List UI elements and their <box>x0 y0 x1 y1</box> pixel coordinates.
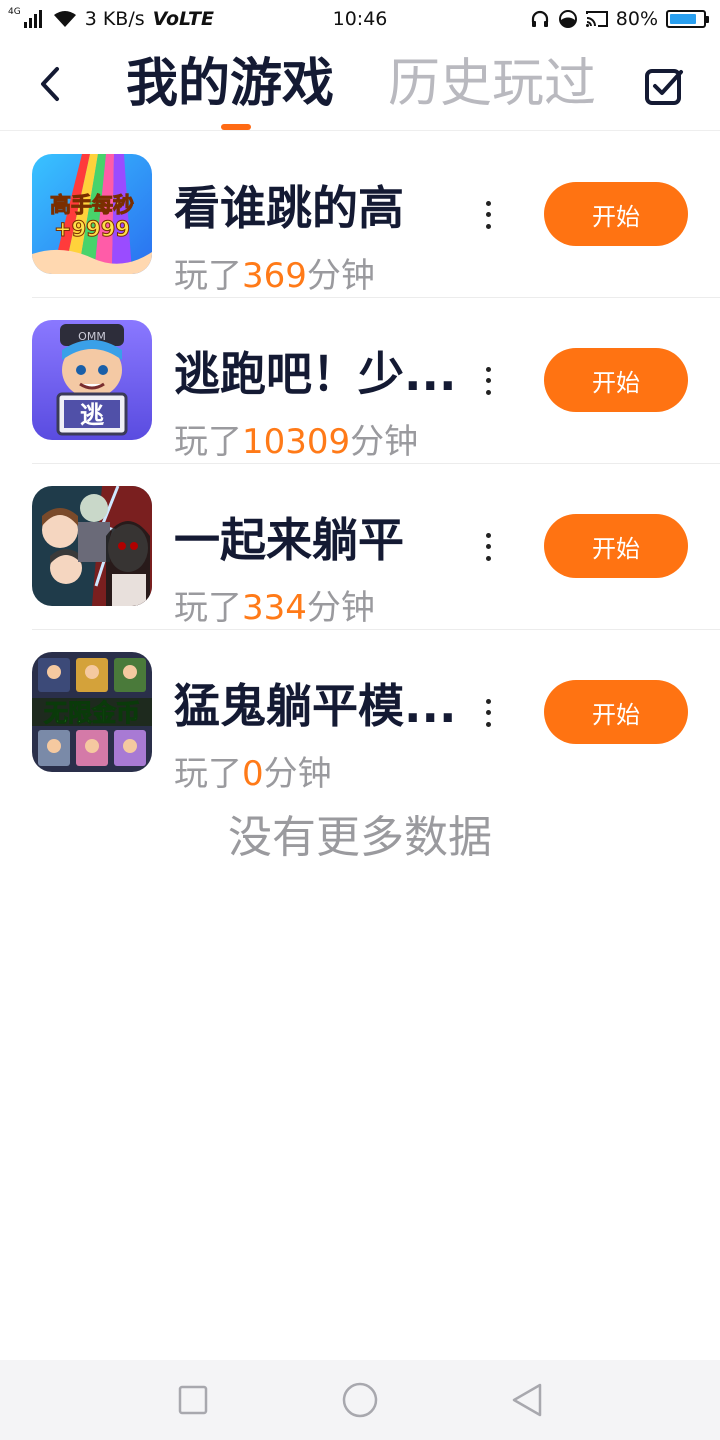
icon-caption-2: +9999 <box>54 217 130 241</box>
wifi-icon <box>53 11 76 27</box>
start-button[interactable]: 开始 <box>544 680 688 744</box>
triangle-back-icon <box>512 1383 541 1417</box>
play-suffix: 分钟 <box>350 422 419 462</box>
start-button[interactable]: 开始 <box>544 514 688 578</box>
play-prefix: 玩了 <box>174 422 242 462</box>
play-suffix: 分钟 <box>263 754 332 794</box>
icon-caption-1: 高手每秒 <box>50 193 134 217</box>
volte-label: VoLTE <box>152 8 214 30</box>
play-minutes: 369 <box>242 256 307 296</box>
battery-icon <box>666 10 709 28</box>
chevron-left-icon <box>41 67 59 101</box>
play-prefix: 玩了 <box>174 256 242 296</box>
more-options-button[interactable] <box>478 530 498 564</box>
top-nav: 我的游戏 历史玩过 <box>0 38 720 131</box>
more-options-button[interactable] <box>478 364 498 398</box>
recent-apps-button[interactable] <box>163 1370 223 1430</box>
headphones-icon <box>531 10 548 27</box>
game-list: 高手每秒 +9999 看谁跳的高 玩了369分钟 开始 OMM 逃 逃跑吧！少.… <box>0 132 720 796</box>
game-title[interactable]: 看谁跳的高 <box>174 180 454 236</box>
start-button[interactable]: 开始 <box>544 182 688 246</box>
game-row[interactable]: 一起来躺平 玩了334分钟 开始 <box>0 464 720 630</box>
game-title[interactable]: 逃跑吧！少... <box>174 346 454 402</box>
play-suffix: 分钟 <box>306 256 375 296</box>
game-row[interactable]: 高手每秒 +9999 看谁跳的高 玩了369分钟 开始 <box>0 132 720 298</box>
more-dot <box>485 201 491 207</box>
checkbox-edit-icon <box>645 69 683 105</box>
play-suffix: 分钟 <box>306 588 375 628</box>
play-time: 玩了369分钟 <box>174 254 375 298</box>
more-dot <box>485 544 491 550</box>
play-minutes: 334 <box>242 588 307 628</box>
icon-caption-2: 逃 <box>80 401 104 429</box>
more-dot <box>485 555 491 561</box>
game-icon-escape[interactable]: OMM 逃 <box>32 320 152 440</box>
more-dot <box>485 378 491 384</box>
back-nav-button[interactable] <box>497 1370 557 1430</box>
play-minutes: 10309 <box>242 422 351 462</box>
system-nav-bar <box>0 1360 720 1440</box>
game-row[interactable]: OMM 逃 逃跑吧！少... 玩了10309分钟 开始 <box>0 298 720 464</box>
network-type-label: 4G <box>8 7 21 17</box>
more-dot <box>485 710 491 716</box>
play-prefix: 玩了 <box>174 588 242 628</box>
icon-caption-1: 无限金币 <box>44 699 140 727</box>
more-options-button[interactable] <box>478 696 498 730</box>
cell-signal-icon <box>23 10 42 28</box>
status-bar-right: 80% <box>530 8 709 30</box>
more-dot <box>485 212 491 218</box>
play-time: 玩了10309分钟 <box>174 420 418 464</box>
more-dot <box>485 699 491 705</box>
play-prefix: 玩了 <box>174 754 242 794</box>
game-row[interactable]: 无限金币 猛鬼躺平模... 玩了0分钟 开始 <box>0 630 720 796</box>
game-icon-ghost-sim[interactable]: 无限金币 <box>32 652 152 772</box>
battery-percent: 80% <box>615 8 658 30</box>
more-dot <box>485 533 491 539</box>
more-dot <box>485 721 491 727</box>
network-speed: 3 KB/s <box>84 8 145 30</box>
tab-history[interactable]: 历史玩过 <box>388 52 596 116</box>
data-saver-icon <box>558 10 577 28</box>
active-tab-indicator <box>221 124 251 130</box>
start-button[interactable]: 开始 <box>544 348 688 412</box>
more-dot <box>485 367 491 373</box>
game-icon-jump[interactable]: 高手每秒 +9999 <box>32 154 152 274</box>
more-dot <box>485 389 491 395</box>
back-button[interactable] <box>30 62 70 106</box>
square-icon <box>179 1385 208 1415</box>
more-dot <box>485 223 491 229</box>
play-minutes: 0 <box>242 754 264 794</box>
game-title[interactable]: 一起来躺平 <box>174 512 454 568</box>
more-options-button[interactable] <box>478 198 498 232</box>
game-title[interactable]: 猛鬼躺平模... <box>174 678 454 734</box>
status-bar-left: 4G 3 KB/s VoLTE <box>8 7 214 30</box>
circle-icon <box>342 1382 378 1418</box>
game-icon-lie-flat[interactable] <box>32 486 152 606</box>
no-more-data-label: 没有更多数据 <box>228 812 492 863</box>
edit-select-button[interactable] <box>644 66 684 106</box>
cast-icon <box>585 11 608 27</box>
battery-level-fill <box>670 14 696 24</box>
tab-my-games[interactable]: 我的游戏 <box>126 52 334 116</box>
play-time: 玩了0分钟 <box>174 752 332 796</box>
status-bar: 4G 3 KB/s VoLTE 10:46 80% <box>0 0 720 38</box>
play-time: 玩了334分钟 <box>174 586 375 630</box>
home-button[interactable] <box>330 1370 390 1430</box>
